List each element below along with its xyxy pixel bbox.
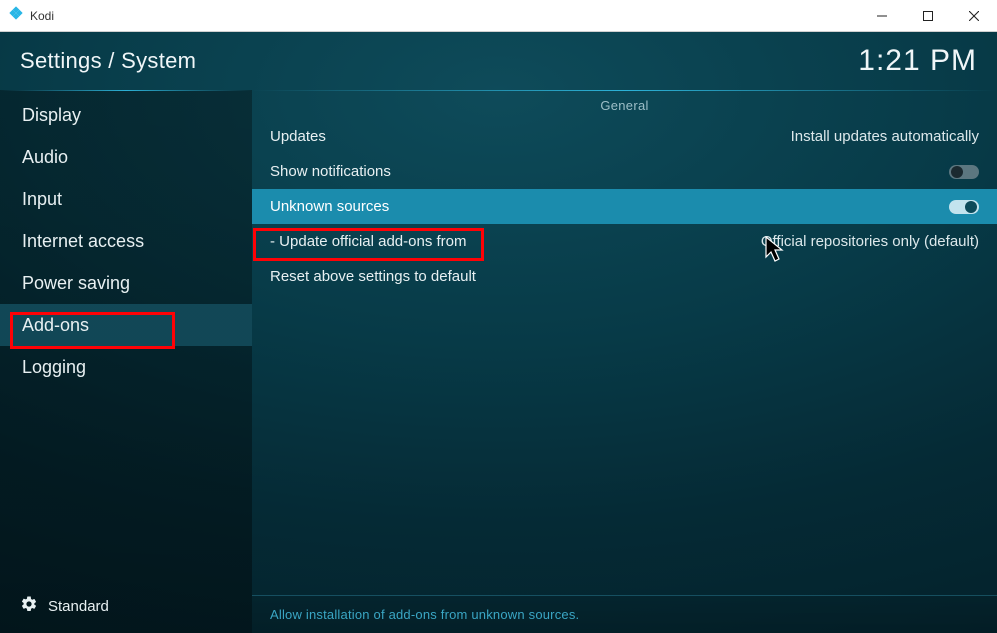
- help-text: Allow installation of add-ons from unkno…: [252, 595, 997, 633]
- minimize-button[interactable]: [859, 0, 905, 32]
- setting-label: Show notifications: [270, 163, 391, 180]
- setting-row-show-notifications[interactable]: Show notifications: [252, 154, 997, 189]
- setting-label: Unknown sources: [270, 198, 389, 215]
- toggle-switch[interactable]: [949, 165, 979, 179]
- setting-label: Updates: [270, 128, 326, 145]
- window-title: Kodi: [30, 9, 54, 23]
- setting-value: Official repositories only (default): [761, 233, 979, 250]
- setting-row-update-official-add-ons-from[interactable]: Update official add-ons from Official rep…: [252, 224, 997, 259]
- setting-row-reset-above-settings-to-default[interactable]: Reset above settings to default: [252, 259, 997, 294]
- window-controls: [859, 0, 997, 31]
- sidebar-item-add-ons[interactable]: Add-ons: [0, 304, 252, 346]
- sidebar-item-internet-access[interactable]: Internet access: [0, 220, 252, 262]
- sidebar-item-display[interactable]: Display: [0, 94, 252, 136]
- settings-sidebar: Display Audio Input Internet access Power sa…: [0, 90, 252, 633]
- setting-row-unknown-sources[interactable]: Unknown sources: [252, 189, 997, 224]
- sidebar-item-input[interactable]: Input: [0, 178, 252, 220]
- settings-level-label: Standard: [48, 598, 109, 615]
- sidebar-item-logging[interactable]: Logging: [0, 346, 252, 388]
- setting-value: Install updates automatically: [791, 128, 979, 145]
- close-button[interactable]: [951, 0, 997, 32]
- app-header: Settings / System 1:21 PM: [0, 32, 997, 90]
- section-header-general: General: [252, 90, 997, 119]
- gear-icon: [20, 595, 38, 617]
- sidebar-item-label: Internet access: [22, 231, 144, 252]
- kodi-logo-icon: [8, 5, 24, 26]
- clock: 1:21 PM: [858, 44, 977, 78]
- sidebar-item-label: Add-ons: [22, 315, 89, 336]
- sidebar-item-label: Power saving: [22, 273, 130, 294]
- toggle-switch[interactable]: [949, 200, 979, 214]
- sidebar-item-audio[interactable]: Audio: [0, 136, 252, 178]
- maximize-button[interactable]: [905, 0, 951, 32]
- settings-level-button[interactable]: Standard: [0, 583, 252, 633]
- sidebar-item-power-saving[interactable]: Power saving: [0, 262, 252, 304]
- setting-row-updates[interactable]: Updates Install updates automatically: [252, 119, 997, 154]
- settings-content: General Updates Install updates automatic…: [252, 90, 997, 633]
- sidebar-item-label: Audio: [22, 147, 68, 168]
- window-titlebar: Kodi: [0, 0, 997, 32]
- sidebar-item-label: Input: [22, 189, 62, 210]
- setting-label: Update official add-ons from: [270, 233, 467, 250]
- sidebar-item-label: Logging: [22, 357, 86, 378]
- kodi-app: Settings / System 1:21 PM Display Audio In…: [0, 32, 997, 633]
- setting-label: Reset above settings to default: [270, 268, 476, 285]
- sidebar-item-label: Display: [22, 105, 81, 126]
- breadcrumb: Settings / System: [20, 48, 196, 74]
